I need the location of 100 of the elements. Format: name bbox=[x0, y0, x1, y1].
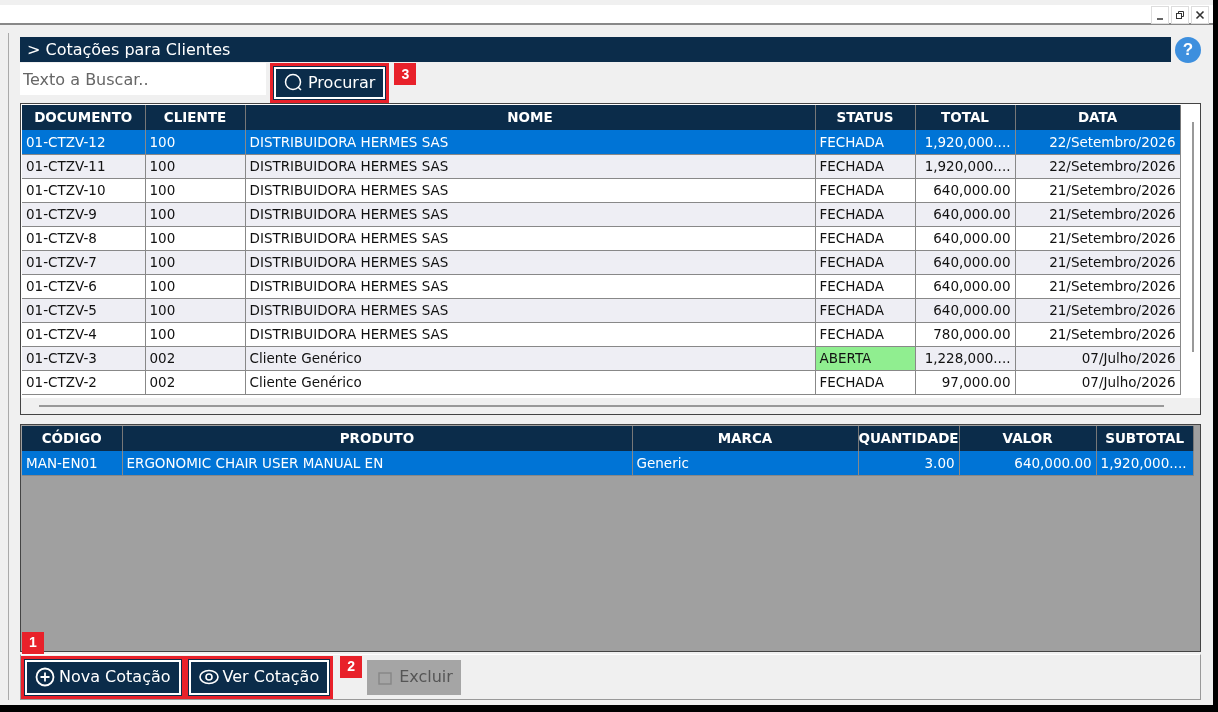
table-cell: 640,000.00 bbox=[915, 250, 1015, 274]
table-cell: DISTRIBUIDORA HERMES SAS bbox=[245, 130, 815, 154]
table-cell: 1,920,000.... bbox=[1096, 451, 1194, 475]
table-cell: 21/Setembro/2026 bbox=[1015, 322, 1180, 346]
table-cell: FECHADA bbox=[815, 178, 915, 202]
table-cell: 640,000.00 bbox=[915, 226, 1015, 250]
table-cell: 100 bbox=[145, 322, 245, 346]
column-header[interactable]: CÓDIGO bbox=[22, 426, 122, 451]
table-cell: 01-CTZV-3 bbox=[22, 346, 145, 370]
table-cell: Cliente Genérico bbox=[245, 370, 815, 394]
table-cell: 1,228,000.... bbox=[915, 346, 1015, 370]
table-cell: 01-CTZV-11 bbox=[22, 154, 145, 178]
eye-icon bbox=[198, 667, 219, 687]
table-cell: 100 bbox=[145, 298, 245, 322]
table-cell: 01-CTZV-12 bbox=[22, 130, 145, 154]
plus-circle-icon bbox=[35, 667, 55, 687]
table-cell: DISTRIBUIDORA HERMES SAS bbox=[245, 250, 815, 274]
table-cell: 01-CTZV-10 bbox=[22, 178, 145, 202]
minimize-icon bbox=[1157, 18, 1163, 20]
search-icon bbox=[284, 73, 304, 93]
table-cell: MAN-EN01 bbox=[22, 451, 122, 475]
table-cell: 3.00 bbox=[858, 451, 960, 475]
table-cell: 002 bbox=[145, 370, 245, 394]
column-header[interactable]: STATUS bbox=[815, 105, 915, 130]
table-cell: 01-CTZV-9 bbox=[22, 202, 145, 226]
table-cell: FECHADA bbox=[815, 154, 915, 178]
table-cell: 100 bbox=[145, 226, 245, 250]
table-cell: 640,000.00 bbox=[915, 178, 1015, 202]
column-header[interactable]: QUANTIDADE bbox=[858, 426, 960, 451]
callout-badge: 3 bbox=[394, 63, 417, 85]
table-cell: ERGONOMIC CHAIR USER MANUAL EN bbox=[122, 451, 632, 475]
table-cell: 002 bbox=[145, 346, 245, 370]
table-cell: FECHADA bbox=[815, 202, 915, 226]
table-cell: 1,920,000.... bbox=[915, 130, 1015, 154]
column-header[interactable]: PRODUTO bbox=[122, 426, 632, 451]
table-cell: DISTRIBUIDORA HERMES SAS bbox=[245, 322, 815, 346]
table-cell: 01-CTZV-2 bbox=[22, 370, 145, 394]
table-cell: 22/Setembro/2026 bbox=[1015, 130, 1180, 154]
callout-badge: 2 bbox=[340, 655, 363, 678]
table-cell: FECHADA bbox=[815, 130, 915, 154]
table-cell: FECHADA bbox=[815, 274, 915, 298]
close-icon bbox=[1195, 10, 1205, 20]
status-cell: ABERTA bbox=[815, 346, 915, 370]
column-header[interactable]: DOCUMENTO bbox=[22, 105, 145, 130]
table-cell: 100 bbox=[145, 154, 245, 178]
table-cell: 100 bbox=[145, 250, 245, 274]
table-cell: DISTRIBUIDORA HERMES SAS bbox=[245, 178, 815, 202]
table-cell: 100 bbox=[145, 178, 245, 202]
table-cell: FECHADA bbox=[815, 250, 915, 274]
table-cell: 07/Julho/2026 bbox=[1015, 346, 1180, 370]
column-header[interactable]: MARCA bbox=[632, 426, 858, 451]
table-cell: FECHADA bbox=[815, 226, 915, 250]
table-cell: FECHADA bbox=[815, 322, 915, 346]
table-cell: 01-CTZV-5 bbox=[22, 298, 145, 322]
table-cell: 01-CTZV-6 bbox=[22, 274, 145, 298]
table-cell: Cliente Genérico bbox=[245, 346, 815, 370]
column-header[interactable]: DATA bbox=[1015, 105, 1180, 130]
column-header[interactable]: NOME bbox=[245, 105, 815, 130]
table-cell: 640,000.00 bbox=[959, 451, 1097, 475]
table-cell: 21/Setembro/2026 bbox=[1015, 250, 1180, 274]
table-cell: DISTRIBUIDORA HERMES SAS bbox=[245, 298, 815, 322]
table-cell: DISTRIBUIDORA HERMES SAS bbox=[245, 226, 815, 250]
table-cell: 640,000.00 bbox=[915, 202, 1015, 226]
table-cell: 21/Setembro/2026 bbox=[1015, 226, 1180, 250]
table-cell: 780,000.00 bbox=[915, 322, 1015, 346]
column-header[interactable]: SUBTOTAL bbox=[1096, 426, 1194, 451]
column-header[interactable]: TOTAL bbox=[915, 105, 1015, 130]
table-cell: 01-CTZV-4 bbox=[22, 322, 145, 346]
table-cell: 640,000.00 bbox=[915, 298, 1015, 322]
table-cell: 97,000.00 bbox=[915, 370, 1015, 394]
search-button[interactable]: Procurar bbox=[274, 67, 386, 99]
new-button[interactable]: Nova Cotação bbox=[25, 659, 181, 695]
table-cell: 100 bbox=[145, 274, 245, 298]
column-header[interactable]: VALOR bbox=[959, 426, 1097, 451]
table-cell: 21/Setembro/2026 bbox=[1015, 202, 1180, 226]
table-cell: 01-CTZV-8 bbox=[22, 226, 145, 250]
table-cell: DISTRIBUIDORA HERMES SAS bbox=[245, 154, 815, 178]
table-cell: 22/Setembro/2026 bbox=[1015, 154, 1180, 178]
table-cell: Generic bbox=[632, 451, 858, 475]
search-field[interactable]: Texto a Buscar.. bbox=[20, 63, 266, 95]
table-cell: 01-CTZV-7 bbox=[22, 250, 145, 274]
view-button[interactable]: Ver Cotação bbox=[188, 659, 330, 695]
callout-badge: 1 bbox=[22, 631, 44, 654]
table-cell: 21/Setembro/2026 bbox=[1015, 178, 1180, 202]
table-cell: DISTRIBUIDORA HERMES SAS bbox=[245, 274, 815, 298]
table-cell: 21/Setembro/2026 bbox=[1015, 298, 1180, 322]
table-cell: 1,920,000.... bbox=[915, 154, 1015, 178]
table-cell: 21/Setembro/2026 bbox=[1015, 274, 1180, 298]
minimize-button[interactable] bbox=[1151, 6, 1169, 24]
restore-button[interactable] bbox=[1171, 6, 1189, 24]
table-cell: FECHADA bbox=[815, 370, 915, 394]
table-cell: 07/Julho/2026 bbox=[1015, 370, 1180, 394]
restore-icon bbox=[1175, 10, 1185, 20]
column-header[interactable]: CLIENTE bbox=[145, 105, 245, 130]
panel-title: > Cotações para Clientes bbox=[20, 37, 1171, 62]
close-button[interactable] bbox=[1191, 6, 1209, 24]
table-cell: 100 bbox=[145, 202, 245, 226]
table-cell: 640,000.00 bbox=[915, 274, 1015, 298]
table-cell: DISTRIBUIDORA HERMES SAS bbox=[245, 202, 815, 226]
table-cell: FECHADA bbox=[815, 298, 915, 322]
